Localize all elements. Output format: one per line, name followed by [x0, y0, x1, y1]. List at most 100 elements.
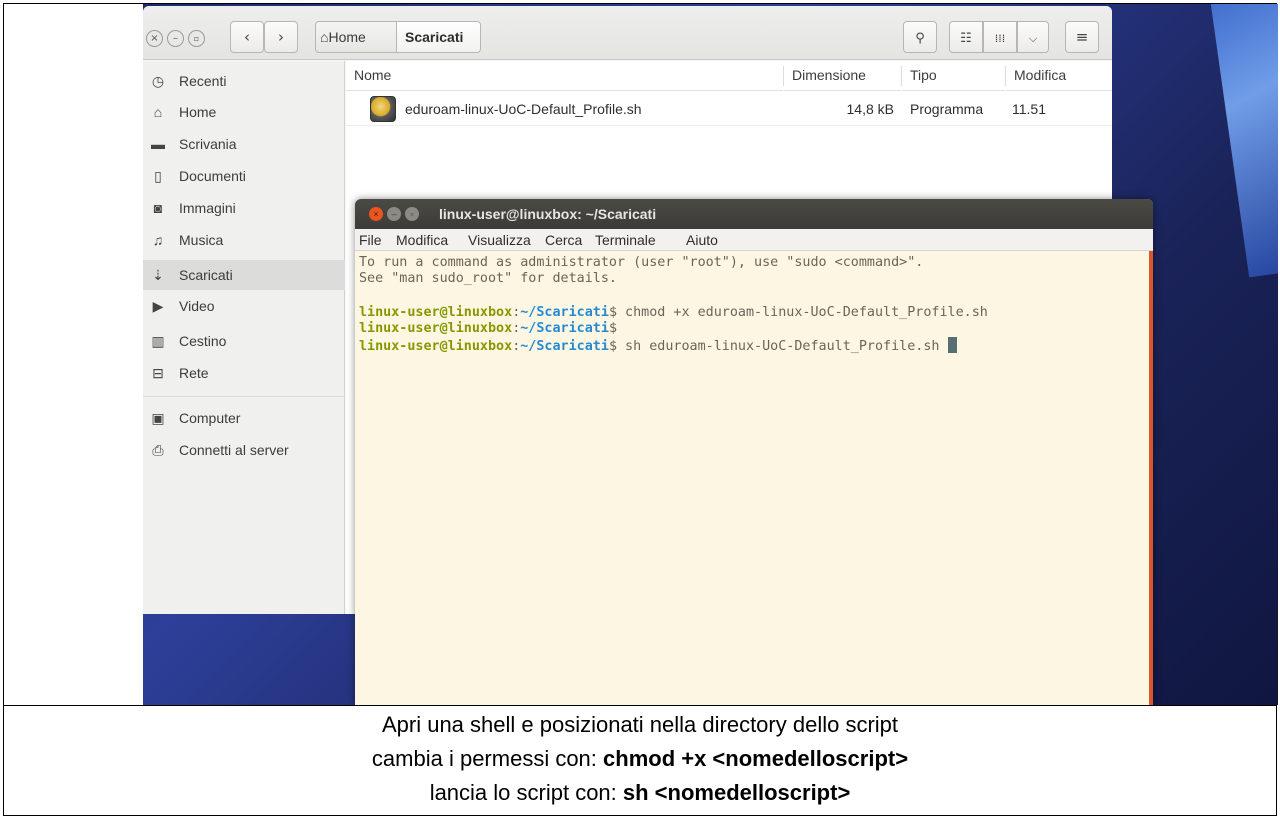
search-button[interactable]: ⚲ [903, 21, 937, 53]
prompt-path: ~/Scaricati [520, 305, 609, 320]
terminal-cursor [947, 337, 957, 353]
sidebar-item-rete[interactable]: ⊟ Rete [143, 358, 345, 388]
terminal-menubar: File Modifica Visualizza Cerca Terminale… [355, 229, 1153, 251]
terminal-command-line: linux-user@linuxbox:~/Scaricati$ [359, 321, 617, 337]
menu-item-aiuto[interactable]: Aiuto [686, 229, 718, 251]
sidebar-item-label: Immagini [179, 200, 236, 216]
terminal-line: To run a command as administrator (user … [359, 255, 924, 270]
forward-button[interactable]: › [264, 21, 298, 53]
grid-view-icon: ⁞⁞⁞ [994, 32, 1006, 45]
command-text: chmod +x eduroam-linux-UoC-Default_Profi… [617, 305, 988, 320]
caption-line-3: lancia lo script con: sh <nomedelloscrip… [3, 780, 1277, 806]
network-icon: ⊟ [152, 365, 164, 381]
close-icon[interactable]: × [369, 207, 383, 221]
sidebar-item-label: Home [179, 104, 217, 120]
sidebar-item-label: Musica [179, 232, 224, 248]
column-header-size[interactable]: Dimensione [784, 61, 901, 91]
sidebar-item-recenti[interactable]: ◷ Recenti [143, 66, 345, 96]
file-modified: 11.51 [1012, 101, 1046, 117]
terminal-titlebar[interactable]: × – ▫ linux-user@linuxbox: ~/Scaricati [355, 199, 1153, 229]
document-icon: ▯ [154, 168, 162, 184]
sidebar-item-home[interactable]: ⌂ Home [143, 97, 345, 127]
terminal-title: linux-user@linuxbox: ~/Scaricati [439, 206, 657, 222]
sidebar-item-video[interactable]: ▶ Video [143, 291, 345, 321]
minimize-icon[interactable]: – [387, 207, 401, 221]
caption-line-2: cambia i permessi con: chmod +x <nomedel… [3, 746, 1277, 772]
trash-icon: ▥ [151, 333, 165, 349]
column-header-type[interactable]: Tipo [902, 61, 1005, 91]
menu-item-terminale[interactable]: Terminale [595, 229, 656, 251]
prompt-user: linux-user@linuxbox [359, 305, 513, 320]
menu-item-cerca[interactable]: Cerca [545, 229, 582, 251]
sidebar-item-label: Rete [179, 365, 209, 381]
prompt-end: $ [608, 305, 617, 320]
music-icon: ♫ [152, 232, 164, 248]
terminal-output[interactable]: To run a command as administrator (user … [355, 251, 1151, 705]
sidebar-item-label: Video [179, 298, 215, 314]
back-button[interactable]: ‹ [230, 21, 264, 53]
prompt-path: ~/Scaricati [520, 339, 609, 354]
terminal-command-line: linux-user@linuxbox:~/Scaricati$ chmod +… [359, 305, 988, 321]
file-row[interactable]: eduroam-linux-UoC-Default_Profile.sh 14,… [346, 92, 1112, 126]
sidebar-item-computer[interactable]: ▣ Computer [143, 403, 345, 433]
places-sidebar: ◷ Recenti ⌂ Home ▬ Scrivania ▯ Documenti ◙ Im… [143, 61, 345, 614]
file-type: Programma [910, 101, 984, 117]
screenshot: × – ▫ ‹ › ⌂Home Scaricati ⚲ ☷ ⁞⁞⁞ ⌵ ≡ ◷ R… [143, 4, 1278, 705]
sidebar-item-immagini[interactable]: ◙ Immagini [143, 193, 345, 223]
grid-view-button[interactable]: ⁞⁞⁞ [983, 21, 1017, 53]
caption-line-2-prefix: cambia i permessi con: [371, 746, 604, 771]
sidebar-item-label: Computer [179, 410, 241, 426]
sidebar-item-documenti[interactable]: ▯ Documenti [143, 161, 345, 191]
terminal-line: See "man sudo_root" for details. [359, 271, 617, 286]
script-icon [370, 96, 396, 122]
column-header-name[interactable]: Nome [346, 61, 783, 91]
terminal-window: × – ▫ linux-user@linuxbox: ~/Scaricati F… [355, 199, 1153, 705]
sidebar-item-label: Scrivania [179, 136, 237, 152]
camera-icon: ◙ [153, 200, 163, 216]
prompt-end: $ [608, 321, 617, 336]
minimize-icon[interactable]: – [167, 30, 184, 47]
file-size: 14,8 kB [846, 101, 894, 117]
back-icon: ‹ [244, 28, 250, 46]
column-header-modified[interactable]: Modifica [1006, 61, 1112, 91]
terminal-scrollbar[interactable] [1149, 251, 1153, 705]
sidebar-item-scaricati[interactable]: ⇣ Scaricati [143, 260, 345, 290]
sidebar-item-cestino[interactable]: ▥ Cestino [143, 326, 345, 356]
file-name: eduroam-linux-UoC-Default_Profile.sh [405, 101, 642, 117]
caption-line-1: Apri una shell e posizionati nella direc… [381, 712, 899, 737]
sidebar-item-musica[interactable]: ♫ Musica [143, 225, 345, 255]
command-text: sh eduroam-linux-UoC-Default_Profile.sh [617, 339, 948, 354]
sidebar-item-scrivania[interactable]: ▬ Scrivania [143, 129, 345, 159]
menu-item-file[interactable]: File [359, 229, 382, 251]
maximize-icon[interactable]: ▫ [405, 207, 419, 221]
sidebar-item-label: Cestino [179, 333, 227, 349]
caption-line-3-command: sh <nomedelloscript> [622, 780, 851, 805]
list-view-button[interactable]: ☷ [949, 21, 983, 53]
server-icon: ⎙ [152, 442, 164, 458]
chevron-down-icon: ⌵ [1028, 32, 1038, 45]
view-options-button[interactable]: ⌵ [1017, 21, 1049, 53]
maximize-icon[interactable]: ▫ [188, 30, 205, 47]
sidebar-item-label: Documenti [179, 168, 246, 184]
clock-icon: ◷ [151, 73, 165, 89]
path-home-label: Home [328, 29, 366, 45]
menu-icon: ≡ [1075, 28, 1089, 46]
sidebar-separator [143, 396, 345, 397]
path-home-button[interactable]: ⌂Home [315, 21, 397, 53]
menu-item-modifica[interactable]: Modifica [396, 229, 448, 251]
file-manager-headerbar: × – ▫ ‹ › ⌂Home Scaricati ⚲ ☷ ⁞⁞⁞ ⌵ ≡ [143, 6, 1112, 60]
caption-line-2-command: chmod +x <nomedelloscript> [603, 746, 909, 771]
menu-button[interactable]: ≡ [1065, 21, 1099, 53]
list-view-icon: ☷ [960, 31, 972, 46]
search-icon: ⚲ [915, 31, 925, 46]
path-current-button[interactable]: Scaricati [397, 21, 481, 53]
prompt-user: linux-user@linuxbox [359, 321, 513, 336]
sidebar-item-connetti-al-server[interactable]: ⎙ Connetti al server [143, 435, 345, 465]
menu-item-visualizza[interactable]: Visualizza [468, 229, 531, 251]
close-icon[interactable]: × [146, 30, 163, 47]
prompt-end: $ [608, 339, 617, 354]
computer-icon: ▣ [151, 410, 165, 426]
folder-icon: ▬ [151, 136, 165, 152]
home-icon: ⌂ [153, 104, 163, 120]
instruction-caption: Apri una shell e posizionati nella direc… [3, 706, 1277, 816]
